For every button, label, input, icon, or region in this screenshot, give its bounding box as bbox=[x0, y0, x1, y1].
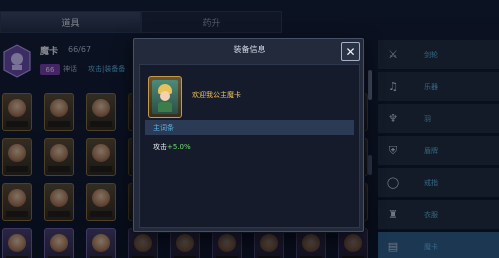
item-card-icon bbox=[148, 76, 182, 118]
item-name: 欢迎我公主魔卡 bbox=[192, 91, 241, 99]
stat-row: 攻击 +5.0% bbox=[145, 139, 354, 155]
card-portrait bbox=[152, 80, 178, 114]
inventory-screen: 道具 药升 魔卡 66/67 66 神话 攻击|装备备 ⚔ 剑轮 ♫ 乐器 ♆ 羽 ⛨ 盾牌 ◯… bbox=[0, 0, 499, 258]
item-summary: 欢迎我公主魔卡 bbox=[145, 70, 354, 118]
stat-label: 攻击 bbox=[153, 143, 167, 151]
equipment-info-dialog: 装备信息 ✕ 欢迎我公主魔卡 主词条 攻击 +5.0% bbox=[133, 38, 364, 232]
portrait-body bbox=[158, 102, 172, 112]
stat-value: +5.0% bbox=[167, 143, 191, 151]
close-icon: ✕ bbox=[345, 44, 356, 59]
close-button[interactable]: ✕ bbox=[341, 42, 360, 61]
dialog-title: 装备信息 bbox=[233, 45, 266, 54]
main-stat-header: 主词条 bbox=[145, 120, 354, 135]
portrait-face bbox=[160, 91, 170, 101]
dialog-body: 欢迎我公主魔卡 主词条 攻击 +5.0% bbox=[139, 64, 360, 228]
